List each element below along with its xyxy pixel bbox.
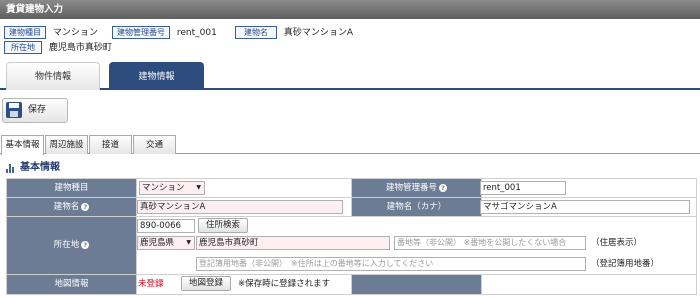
meta-name-value: 真砂マンションA (283, 28, 354, 38)
save-button[interactable]: 保存 (2, 98, 68, 123)
subtab-basic-info[interactable]: 基本情報 (1, 135, 44, 155)
building-name-input[interactable]: 真砂マンションA (137, 200, 343, 214)
city-input[interactable]: 鹿児島市真砂町 (196, 236, 390, 250)
map-save-note: ※保存時に登録されます (238, 279, 331, 289)
subtab-road-access[interactable]: 接道 (89, 135, 132, 154)
label-building-name-text: 建物名 (53, 202, 80, 212)
meta-address-tag: 所在地 (4, 41, 42, 54)
building-type-select[interactable]: マンション ▼ (139, 181, 205, 195)
meta-name: 建物名 真砂マンションA (235, 26, 353, 39)
label-building-id-text: 建物管理番号 (385, 183, 437, 193)
main-tabs: 物件情報 建物情報 (0, 60, 700, 90)
tab-building-info[interactable]: 建物情報 (109, 62, 204, 90)
building-id-input[interactable]: rent_001 (480, 181, 566, 195)
floppy-disk-icon (6, 102, 22, 118)
tab-property-info[interactable]: 物件情報 (6, 62, 100, 90)
map-status: 未登録 (138, 279, 164, 289)
label-building-type-text: 建物種目 (54, 183, 89, 193)
label-building-id: 建物管理番号? (352, 179, 481, 197)
building-kana-input[interactable]: マサゴマンションA (480, 200, 690, 214)
building-type-value: マンション (142, 183, 185, 193)
residential-address-note: （住居表示） (591, 238, 643, 248)
meta-id-tag: 建物管理番号 (112, 26, 170, 39)
meta-type-value: マンション (52, 28, 98, 38)
label-building-name: 建物名? (7, 198, 136, 216)
dropdown-arrow-icon: ▼ (196, 184, 201, 191)
label-address-text: 所在地 (53, 240, 80, 250)
basic-info-form: 建物種目 マンション ▼ 建物管理番号? rent_001 建物名? 真砂マンショ… (6, 178, 697, 295)
help-icon[interactable]: ? (439, 184, 447, 192)
meta-name-tag: 建物名 (235, 26, 277, 39)
window-title: 賃貸建物入力 (0, 0, 700, 19)
help-icon[interactable]: ? (81, 241, 90, 249)
registry-lot-note: （登記簿用地番） (591, 259, 660, 269)
address-search-button[interactable]: 住所検索 (198, 218, 248, 233)
label-building-type: 建物種目 (7, 179, 136, 197)
label-building-kana: 建物名（カナ） (352, 198, 481, 216)
label-map-info-text: 地図情報 (54, 279, 89, 289)
label-map-info: 地図情報 (7, 275, 136, 294)
meta-id: 建物管理番号 rent_001 (112, 26, 217, 39)
help-icon[interactable]: ? (81, 203, 90, 211)
map-register-button[interactable]: 地図登録 (181, 276, 231, 291)
bar-chart-icon (6, 164, 16, 173)
prefecture-value: 鹿児島県 (140, 238, 175, 248)
meta-address: 所在地 鹿児島市真砂町 (4, 41, 112, 54)
meta-type: 建物種目 マンション (4, 26, 98, 39)
subtab-transport[interactable]: 交通 (133, 135, 176, 154)
lot-number-input[interactable]: 番地等（非公開） ※番地を公開したくない場合 (394, 236, 586, 250)
meta-id-value: rent_001 (176, 28, 217, 38)
section-title-text: 基本情報 (20, 162, 60, 173)
registry-lot-input[interactable]: 登記簿用地番（非公開） ※住所は上の番地等に入力してください (196, 257, 586, 271)
postal-code-input[interactable]: 890-0066 (137, 219, 195, 233)
label-building-kana-text: 建物名（カナ） (386, 202, 447, 212)
save-button-label: 保存 (28, 105, 47, 115)
sub-tabs: 基本情報 周辺施設 接道 交通 (0, 134, 700, 155)
meta-type-tag: 建物種目 (4, 26, 46, 39)
prefecture-select[interactable]: 鹿児島県 ▼ (137, 236, 195, 250)
dropdown-arrow-icon: ▼ (186, 239, 191, 246)
label-address: 所在地? (7, 217, 136, 274)
subtab-nearby-facilities[interactable]: 周辺施設 (45, 135, 88, 154)
meta-address-value: 鹿児島市真砂町 (48, 43, 112, 53)
label-blank (352, 275, 481, 294)
cell-blank (482, 275, 696, 294)
